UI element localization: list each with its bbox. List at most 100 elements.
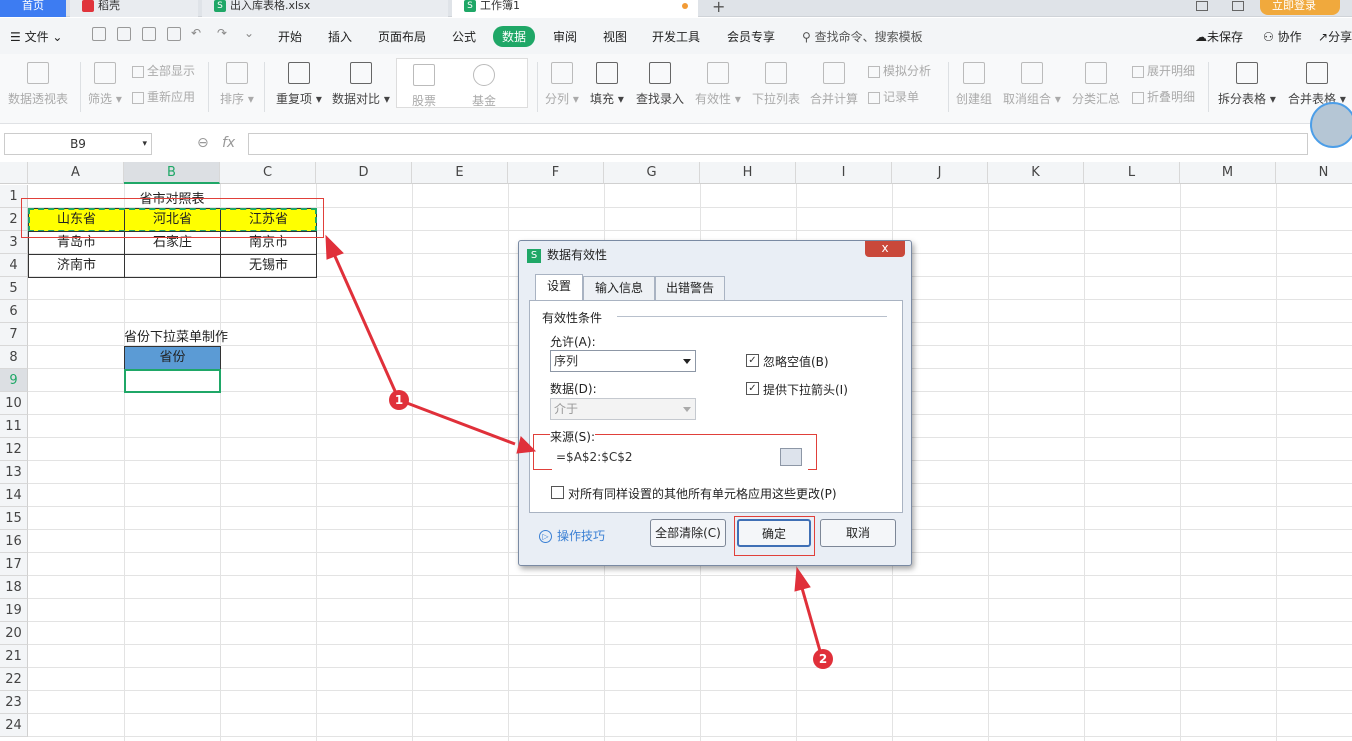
row-header[interactable]: 13 (0, 461, 28, 484)
col-header-h[interactable]: H (700, 162, 796, 184)
menu-review[interactable]: 审阅 (553, 28, 577, 45)
menu-developer[interactable]: 开发工具 (652, 28, 700, 45)
col-header-k[interactable]: K (988, 162, 1084, 184)
col-header-a[interactable]: A (28, 162, 124, 184)
collab-button[interactable]: ⚇ 协作 (1263, 28, 1302, 45)
create-group-button[interactable]: 创建组 (956, 62, 992, 107)
reapply-button[interactable]: 重新应用 (132, 88, 195, 105)
menu-insert[interactable]: 插入 (328, 28, 352, 45)
validity-button[interactable]: 有效性 ▾ (695, 62, 741, 107)
row-header[interactable]: 12 (0, 438, 28, 461)
row-header[interactable]: 21 (0, 645, 28, 668)
undo-icon[interactable]: ↶ (191, 26, 201, 40)
subtotal-button[interactable]: 分类汇总 (1072, 62, 1120, 107)
simulate-analysis-button[interactable]: 模拟分析 (868, 62, 931, 79)
row-header-selected[interactable]: 9 (0, 369, 28, 392)
preview-icon[interactable] (167, 27, 181, 41)
row-header[interactable]: 16 (0, 530, 28, 553)
ungroup-button[interactable]: 取消组合 ▾ (1003, 62, 1061, 107)
formula-input[interactable] (248, 133, 1308, 155)
col-header-b[interactable]: B (124, 162, 220, 184)
col-header-g[interactable]: G (604, 162, 700, 184)
tab-home[interactable]: 首页 (0, 0, 66, 17)
cell-b4[interactable] (124, 254, 221, 278)
function-icon[interactable]: fx (222, 135, 235, 151)
tab-input-message[interactable]: 输入信息 (583, 276, 655, 300)
stock-button[interactable]: 股票 (412, 64, 436, 109)
row-header[interactable]: 10 (0, 392, 28, 415)
ignore-blank-checkbox[interactable]: ✓ (746, 354, 759, 367)
pivot-table-button[interactable]: 数据透视表 (8, 62, 68, 107)
data-compare-button[interactable]: 数据对比 ▾ (332, 62, 390, 107)
col-header-d[interactable]: D (316, 162, 412, 184)
tips-link[interactable]: ▷ 操作技巧 (539, 527, 605, 544)
menu-formula[interactable]: 公式 (452, 28, 476, 45)
col-header-i[interactable]: I (796, 162, 892, 184)
export-icon[interactable] (117, 27, 131, 41)
menu-view[interactable]: 视图 (603, 28, 627, 45)
close-button[interactable]: x (865, 241, 905, 257)
row-header[interactable]: 4 (0, 254, 28, 277)
menu-member[interactable]: 会员专享 (727, 28, 775, 45)
row-header[interactable]: 17 (0, 553, 28, 576)
col-header-n[interactable]: N (1276, 162, 1352, 184)
dropdown-title[interactable]: 省份下拉菜单制作 (124, 326, 228, 345)
consolidate-button[interactable]: 合并计算 (810, 62, 858, 107)
more-dropdown-icon[interactable]: ⌄ (244, 26, 254, 40)
fill-button[interactable]: 填充 ▾ (590, 62, 624, 107)
row-header[interactable]: 7 (0, 323, 28, 346)
name-box[interactable]: B9 ▾ (4, 133, 152, 155)
filter-button[interactable]: 筛选 ▾ (88, 62, 122, 107)
sort-button[interactable]: 排序 ▾ (220, 62, 254, 107)
row-header[interactable]: 24 (0, 714, 28, 737)
row-header[interactable]: 15 (0, 507, 28, 530)
share-button[interactable]: ↗分享 (1318, 28, 1352, 45)
col-header-c[interactable]: C (220, 162, 316, 184)
tab-workbook1[interactable]: S 工作簿1 (452, 0, 698, 17)
dropdown-arrow-checkbox[interactable]: ✓ (746, 382, 759, 395)
print-icon[interactable] (142, 27, 156, 41)
data-select[interactable]: 介于 (550, 398, 696, 420)
window-layout-icon[interactable] (1196, 1, 1208, 11)
login-button[interactable]: 立即登录 (1260, 0, 1340, 15)
duplicates-button[interactable]: 重复项 ▾ (276, 62, 322, 107)
cell-a4[interactable]: 济南市 (28, 254, 125, 278)
col-header-j[interactable]: J (892, 162, 988, 184)
row-header[interactable]: 6 (0, 300, 28, 323)
split-table-button[interactable]: 拆分表格 ▾ (1218, 62, 1276, 107)
menu-start[interactable]: 开始 (278, 28, 302, 45)
row-header[interactable]: 23 (0, 691, 28, 714)
row-header[interactable]: 18 (0, 576, 28, 599)
menu-page-layout[interactable]: 页面布局 (378, 28, 426, 45)
lookup-entry-button[interactable]: 查找录入 (636, 62, 684, 107)
cell-c4[interactable]: 无锡市 (220, 254, 317, 278)
unsaved-status[interactable]: ☁未保存 (1195, 28, 1243, 45)
row-header[interactable]: 22 (0, 668, 28, 691)
tab-docer[interactable]: 稻壳 (70, 0, 198, 17)
col-header-e[interactable]: E (412, 162, 508, 184)
expand-detail-button[interactable]: 展开明细 (1132, 62, 1195, 79)
col-header-m[interactable]: M (1180, 162, 1276, 184)
collapse-detail-button[interactable]: 折叠明细 (1132, 88, 1195, 105)
allow-select[interactable]: 序列 (550, 350, 696, 372)
tab-error-alert[interactable]: 出错警告 (655, 276, 725, 300)
menu-data[interactable]: 数据 (493, 26, 536, 47)
col-header-l[interactable]: L (1084, 162, 1180, 184)
row-header[interactable]: 11 (0, 415, 28, 438)
merge-table-button[interactable]: 合并表格 ▾ (1288, 62, 1346, 107)
new-tab-icon[interactable]: + (712, 0, 725, 16)
menu-file[interactable]: ☰ 文件 ⌄ (10, 28, 62, 45)
record-form-button[interactable]: 记录单 (868, 88, 919, 105)
row-header[interactable]: 20 (0, 622, 28, 645)
command-search[interactable]: ⚲ 查找命令、搜索模板 (802, 28, 923, 45)
show-all-button[interactable]: 全部显示 (132, 62, 195, 79)
redo-icon[interactable]: ↷ (217, 26, 227, 40)
select-all-corner[interactable] (0, 162, 28, 184)
range-picker-icon[interactable] (780, 448, 802, 466)
apply-all-checkbox[interactable] (551, 486, 564, 499)
zoom-icon[interactable]: ⊖ (197, 135, 209, 151)
cancel-button[interactable]: 取消 (820, 519, 896, 547)
col-header-f[interactable]: F (508, 162, 604, 184)
tab-inventory-file[interactable]: S 出入库表格.xlsx (202, 0, 448, 17)
dropdown-list-button[interactable]: 下拉列表 (752, 62, 800, 107)
